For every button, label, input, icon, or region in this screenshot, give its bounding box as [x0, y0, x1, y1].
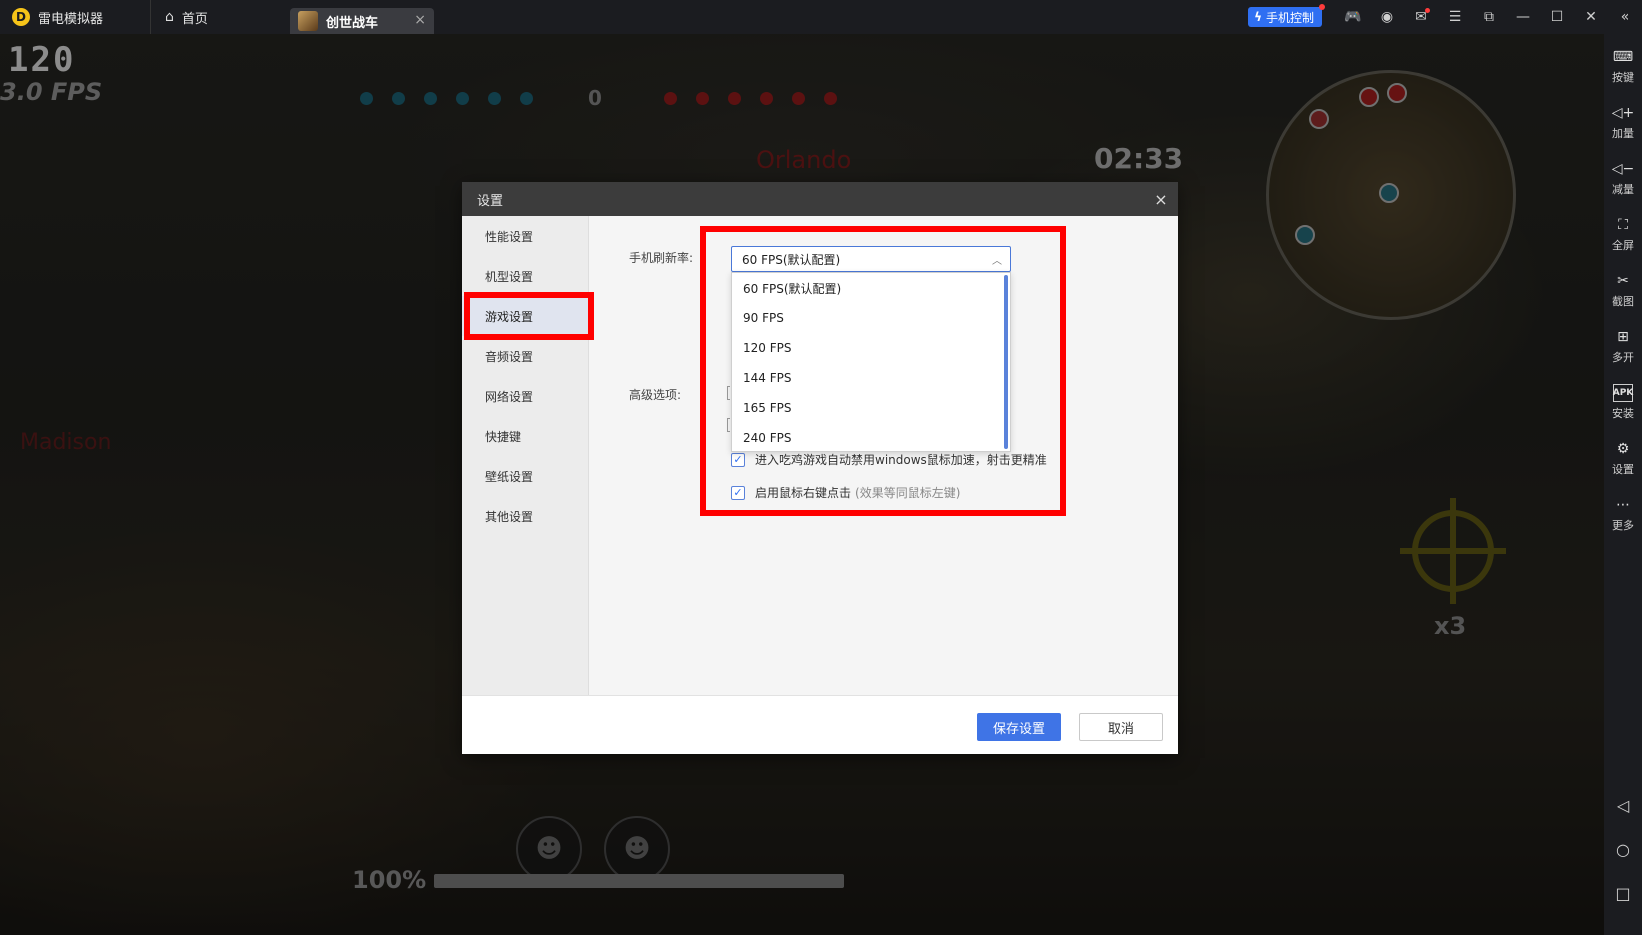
sidebar-item-label: 按键: [1612, 71, 1634, 84]
notification-dot: [1319, 4, 1325, 10]
sidebar-item-install[interactable]: APK 安装: [1604, 384, 1642, 421]
recents-icon[interactable]: □: [1604, 884, 1642, 903]
sidebar-item-label: 多开: [1612, 351, 1634, 364]
dialog-footer: 保存设置 取消: [462, 695, 1178, 754]
user-icon[interactable]: ◉: [1370, 0, 1404, 34]
tab-game-label: 创世战车: [326, 15, 379, 31]
dialog-header: 设置 ×: [462, 182, 1178, 216]
sidebar-item-multi-instance[interactable]: ⊞ 多开: [1604, 328, 1642, 365]
title-bar: D 雷电模拟器 ⌂ 首页 创世战车 × ϟ 手机控制 🎮 ◉ ✉ ☰ ⧉ — ☐…: [0, 0, 1642, 34]
sidebar-item-fullscreen[interactable]: ⛶ 全屏: [1604, 216, 1642, 253]
sidebar-item-keys[interactable]: ⌨ 按键: [1604, 48, 1642, 85]
cancel-button[interactable]: 取消: [1079, 713, 1163, 741]
window-controls: ϟ 手机控制 🎮 ◉ ✉ ☰ ⧉ — ☐ ✕ «: [1248, 0, 1642, 34]
notification-dot: [1425, 8, 1430, 13]
sidebar-item-label: 设置: [1612, 463, 1634, 476]
menu-icon[interactable]: ☰: [1438, 0, 1472, 34]
scissors-icon: ✂: [1617, 273, 1629, 289]
app-logo: D 雷电模拟器: [0, 0, 150, 34]
settings-nav-other[interactable]: 其他设置: [462, 496, 589, 536]
settings-nav-performance[interactable]: 性能设置: [462, 216, 589, 256]
settings-nav-wallpaper[interactable]: 壁纸设置: [462, 456, 589, 496]
right-toolbar: ⌨ 按键 ◁+ 加量 ◁− 减量 ⛶ 全屏 ✂ 截图 ⊞ 多开 APK 安装 ⚙…: [1604, 34, 1642, 935]
restore-window-icon[interactable]: ⧉: [1472, 0, 1506, 34]
gamepad-icon[interactable]: 🎮: [1336, 0, 1370, 34]
game-thumbnail-icon: [298, 11, 318, 31]
dialog-title: 设置: [477, 193, 504, 209]
sidebar-item-label: 安装: [1612, 407, 1634, 420]
sidebar-item-volume-down[interactable]: ◁− 减量: [1604, 160, 1642, 197]
sidebar-item-label: 减量: [1612, 183, 1634, 196]
tab-game[interactable]: 创世战车 ×: [290, 8, 434, 34]
home-icon[interactable]: ○: [1604, 840, 1642, 859]
minimize-icon[interactable]: —: [1506, 0, 1540, 34]
sidebar-item-label: 全屏: [1612, 239, 1634, 252]
more-icon: ⋯: [1616, 497, 1630, 513]
sidebar-item-volume-up[interactable]: ◁+ 加量: [1604, 104, 1642, 141]
settings-nav: 性能设置 机型设置 游戏设置 音频设置 网络设置 快捷键 壁纸设置 其他设置: [462, 216, 589, 695]
highlight-box-settings: [700, 226, 1066, 516]
sidebar-item-screenshot[interactable]: ✂ 截图: [1604, 272, 1642, 309]
volume-up-icon: ◁+: [1611, 105, 1635, 121]
sidebar-item-more[interactable]: ⋯ 更多: [1604, 496, 1642, 533]
phone-control-button[interactable]: ϟ 手机控制: [1248, 4, 1325, 27]
settings-nav-device-model[interactable]: 机型设置: [462, 256, 589, 296]
keyboard-icon: ⌨: [1612, 49, 1634, 65]
gear-icon: ⚙: [1616, 441, 1630, 457]
maximize-icon[interactable]: ☐: [1540, 0, 1574, 34]
tab-home-label: 首页: [181, 11, 208, 27]
settings-nav-network[interactable]: 网络设置: [462, 376, 589, 416]
refresh-rate-label: 手机刷新率:: [629, 251, 694, 265]
close-icon[interactable]: ×: [1150, 188, 1172, 210]
tab-home[interactable]: ⌂ 首页: [150, 0, 290, 34]
volume-down-icon: ◁−: [1611, 161, 1635, 177]
close-icon[interactable]: ✕: [1574, 0, 1608, 34]
sidebar-item-label: 更多: [1612, 519, 1634, 532]
sidebar-item-label: 截图: [1612, 295, 1634, 308]
app-name: 雷电模拟器: [38, 11, 104, 27]
collapse-sidebar-icon[interactable]: «: [1608, 0, 1642, 34]
multi-instance-icon: ⊞: [1617, 329, 1629, 345]
logo-icon: D: [12, 8, 30, 26]
settings-nav-shortcuts[interactable]: 快捷键: [462, 416, 589, 456]
back-icon[interactable]: ◁: [1604, 796, 1642, 815]
fullscreen-icon: ⛶: [1618, 217, 1628, 233]
mail-icon[interactable]: ✉: [1404, 0, 1438, 34]
sidebar-item-label: 加量: [1612, 127, 1634, 140]
save-button[interactable]: 保存设置: [977, 713, 1061, 741]
lightning-icon: ϟ: [1254, 10, 1262, 24]
apk-install-icon: APK: [1613, 384, 1633, 402]
phone-control-label: 手机控制: [1265, 10, 1314, 25]
highlight-box-nav: [464, 292, 594, 340]
sidebar-item-settings[interactable]: ⚙ 设置: [1604, 440, 1642, 477]
home-icon: ⌂: [165, 9, 174, 25]
advanced-options-label: 高级选项:: [629, 388, 682, 402]
settings-nav-audio[interactable]: 音频设置: [462, 336, 589, 376]
tab-close-icon[interactable]: ×: [414, 12, 426, 28]
